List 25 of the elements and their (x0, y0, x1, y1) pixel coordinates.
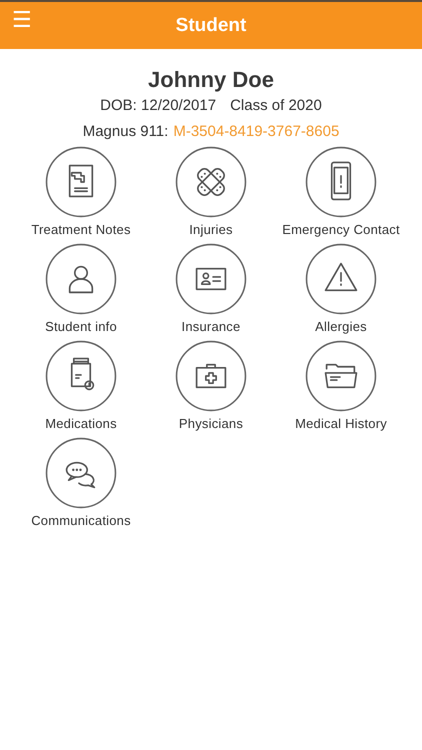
tile-button[interactable]: Insurance (151, 243, 271, 334)
tile-button[interactable]: Medical History (281, 340, 401, 431)
warning-icon (305, 243, 377, 315)
magnus-id: M-3504-8419-3767-8605 (173, 123, 340, 140)
tile-button[interactable]: Communications (21, 437, 141, 528)
tile-button[interactable]: Injuries (151, 146, 271, 237)
class-year: Class of 2020 (230, 97, 322, 114)
magnus-label: Magnus 911: (82, 123, 168, 140)
tile-button[interactable]: Allergies (281, 243, 401, 334)
folder-icon (305, 340, 377, 412)
id-card-icon (175, 243, 247, 315)
student-name: Johnny Doe (148, 67, 274, 93)
tile-button[interactable]: Emergency Contact (281, 146, 401, 237)
bandage-icon (175, 146, 247, 218)
pill-bottle-icon (45, 340, 117, 412)
date-of-birth: DOB: 12/20/2017 (100, 97, 216, 114)
medical-bag-icon (175, 340, 247, 412)
person-icon (45, 243, 117, 315)
tile-button[interactable]: Medications (21, 340, 141, 431)
chat-bubbles-icon (45, 437, 117, 509)
tile-button[interactable]: Physicians (151, 340, 271, 431)
tile-button[interactable]: Treatment Notes (21, 146, 141, 237)
phone-alert-icon (305, 146, 377, 218)
header-title: Student (176, 14, 246, 36)
tile-button[interactable]: Student info (21, 243, 141, 334)
